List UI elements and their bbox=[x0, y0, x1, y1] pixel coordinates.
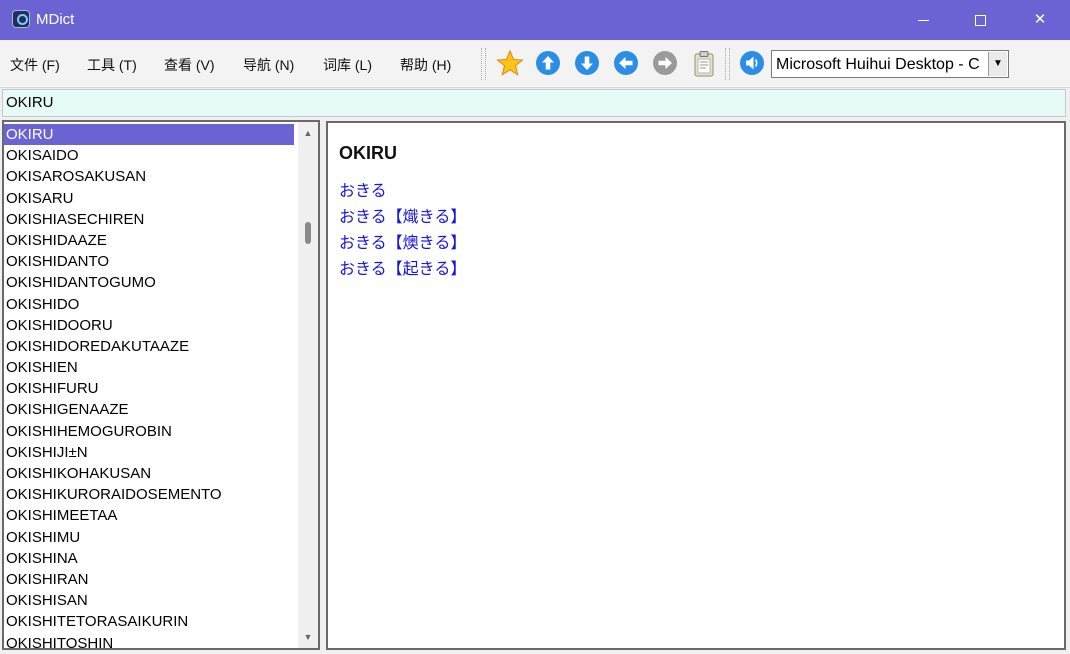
list-item[interactable]: OKISHIDO bbox=[4, 294, 294, 315]
list-item[interactable]: OKISHIDANTO bbox=[4, 251, 294, 272]
menu-tools[interactable]: 工具 (T) bbox=[87, 55, 137, 75]
list-item[interactable]: OKISHIKURORAIDOSEMENTO bbox=[4, 484, 294, 505]
next-entry-button[interactable] bbox=[574, 50, 600, 76]
menu-library[interactable]: 词库 (L) bbox=[323, 55, 372, 75]
search-bar bbox=[2, 89, 1066, 117]
menu-help[interactable]: 帮助 (H) bbox=[400, 55, 451, 75]
definition-pane: OKIRU おきる おきる【熾きる】 おきる【燠きる】 おきる【起きる】 bbox=[326, 121, 1066, 650]
clipboard-icon bbox=[694, 51, 714, 77]
title-bar: MDict ✕ bbox=[0, 0, 1070, 40]
back-button[interactable] bbox=[613, 50, 639, 76]
list-item[interactable]: OKISHIGENAAZE bbox=[4, 399, 294, 420]
voice-select[interactable]: Microsoft Huihui Desktop - C ▼ bbox=[771, 50, 1009, 78]
list-item[interactable]: OKISHIMEETAA bbox=[4, 505, 294, 526]
arrow-down-icon bbox=[575, 51, 599, 75]
menu-file[interactable]: 文件 (F) bbox=[10, 55, 60, 75]
close-button[interactable]: ✕ bbox=[1010, 0, 1070, 40]
list-item[interactable]: OKISHIDANTOGUMO bbox=[4, 272, 294, 293]
favorite-button[interactable] bbox=[496, 49, 524, 76]
entry-headword: OKIRU bbox=[339, 143, 397, 163]
maximize-icon bbox=[974, 14, 986, 26]
list-item[interactable]: OKISHIRAN bbox=[4, 569, 294, 590]
list-item[interactable]: OKISARU bbox=[4, 188, 294, 209]
list-item[interactable]: OKISHIJI±N bbox=[4, 442, 294, 463]
window-title: MDict bbox=[36, 11, 75, 28]
list-item[interactable]: OKISHIDOREDAKUTAAZE bbox=[4, 336, 294, 357]
menu-view[interactable]: 查看 (V) bbox=[164, 55, 215, 75]
app-logo-icon bbox=[12, 10, 30, 28]
list-item[interactable]: OKISHIKOHAKUSAN bbox=[4, 463, 294, 484]
maximize-button[interactable] bbox=[950, 0, 1010, 40]
list-item[interactable]: OKIRU bbox=[4, 124, 294, 146]
speak-button[interactable] bbox=[739, 50, 765, 76]
toolbar-separator bbox=[481, 48, 486, 80]
minimize-icon bbox=[917, 19, 929, 21]
scroll-thumb[interactable] bbox=[305, 222, 311, 244]
list-item[interactable]: OKISHIDAAZE bbox=[4, 230, 294, 251]
entry-link[interactable]: おきる bbox=[339, 179, 466, 205]
scrollbar[interactable]: ▲ ▼ bbox=[298, 122, 318, 648]
entry-link[interactable]: おきる【起きる】 bbox=[339, 257, 466, 283]
entry-link[interactable]: おきる【燠きる】 bbox=[339, 231, 466, 257]
search-input[interactable] bbox=[6, 94, 1006, 111]
list-item[interactable]: OKISHISAN bbox=[4, 590, 294, 611]
word-list: OKIRU OKISAIDO OKISAROSAKUSAN OKISARU OKISHI… bbox=[2, 120, 320, 650]
list-item[interactable]: OKISAIDO bbox=[4, 145, 294, 166]
menu-navigate[interactable]: 导航 (N) bbox=[243, 55, 294, 75]
list-item[interactable]: OKISHIHEMOGUROBIN bbox=[4, 421, 294, 442]
arrow-left-icon bbox=[614, 51, 638, 75]
list-item[interactable]: OKISAROSAKUSAN bbox=[4, 166, 294, 187]
list-item[interactable]: OKISHINA bbox=[4, 548, 294, 569]
entry-links: おきる おきる【熾きる】 おきる【燠きる】 おきる【起きる】 bbox=[339, 179, 466, 283]
list-item[interactable]: OKISHIASECHIREN bbox=[4, 209, 294, 230]
list-item[interactable]: OKISHIFURU bbox=[4, 378, 294, 399]
toolbar: 文件 (F) 工具 (T) 查看 (V) 导航 (N) 词库 (L) 帮助 (H… bbox=[0, 40, 1070, 88]
close-icon: ✕ bbox=[1033, 11, 1047, 28]
list-item[interactable]: OKISHITOSHIN bbox=[4, 633, 294, 649]
entry-link[interactable]: おきる【熾きる】 bbox=[339, 205, 466, 231]
forward-button[interactable] bbox=[652, 50, 678, 76]
star-icon bbox=[496, 49, 524, 76]
arrow-right-icon bbox=[653, 51, 677, 75]
minimize-button[interactable] bbox=[893, 0, 953, 40]
scroll-down-icon[interactable]: ▼ bbox=[298, 628, 318, 646]
arrow-up-icon bbox=[536, 51, 560, 75]
list-item[interactable]: OKISHITETORASAIKURIN bbox=[4, 611, 294, 632]
chevron-down-icon[interactable]: ▼ bbox=[988, 52, 1007, 76]
list-item[interactable]: OKISHIEN bbox=[4, 357, 294, 378]
toolbar-separator bbox=[725, 48, 730, 80]
list-item[interactable]: OKISHIDOORU bbox=[4, 315, 294, 336]
speaker-icon bbox=[740, 51, 764, 75]
clipboard-button[interactable] bbox=[691, 50, 717, 77]
voice-select-value: Microsoft Huihui Desktop - C bbox=[776, 56, 980, 73]
previous-entry-button[interactable] bbox=[535, 50, 561, 76]
scroll-up-icon[interactable]: ▲ bbox=[298, 124, 318, 142]
word-list-items: OKIRU OKISAIDO OKISAROSAKUSAN OKISARU OKISHI… bbox=[4, 124, 294, 649]
list-item[interactable]: OKISHIMU bbox=[4, 527, 294, 548]
